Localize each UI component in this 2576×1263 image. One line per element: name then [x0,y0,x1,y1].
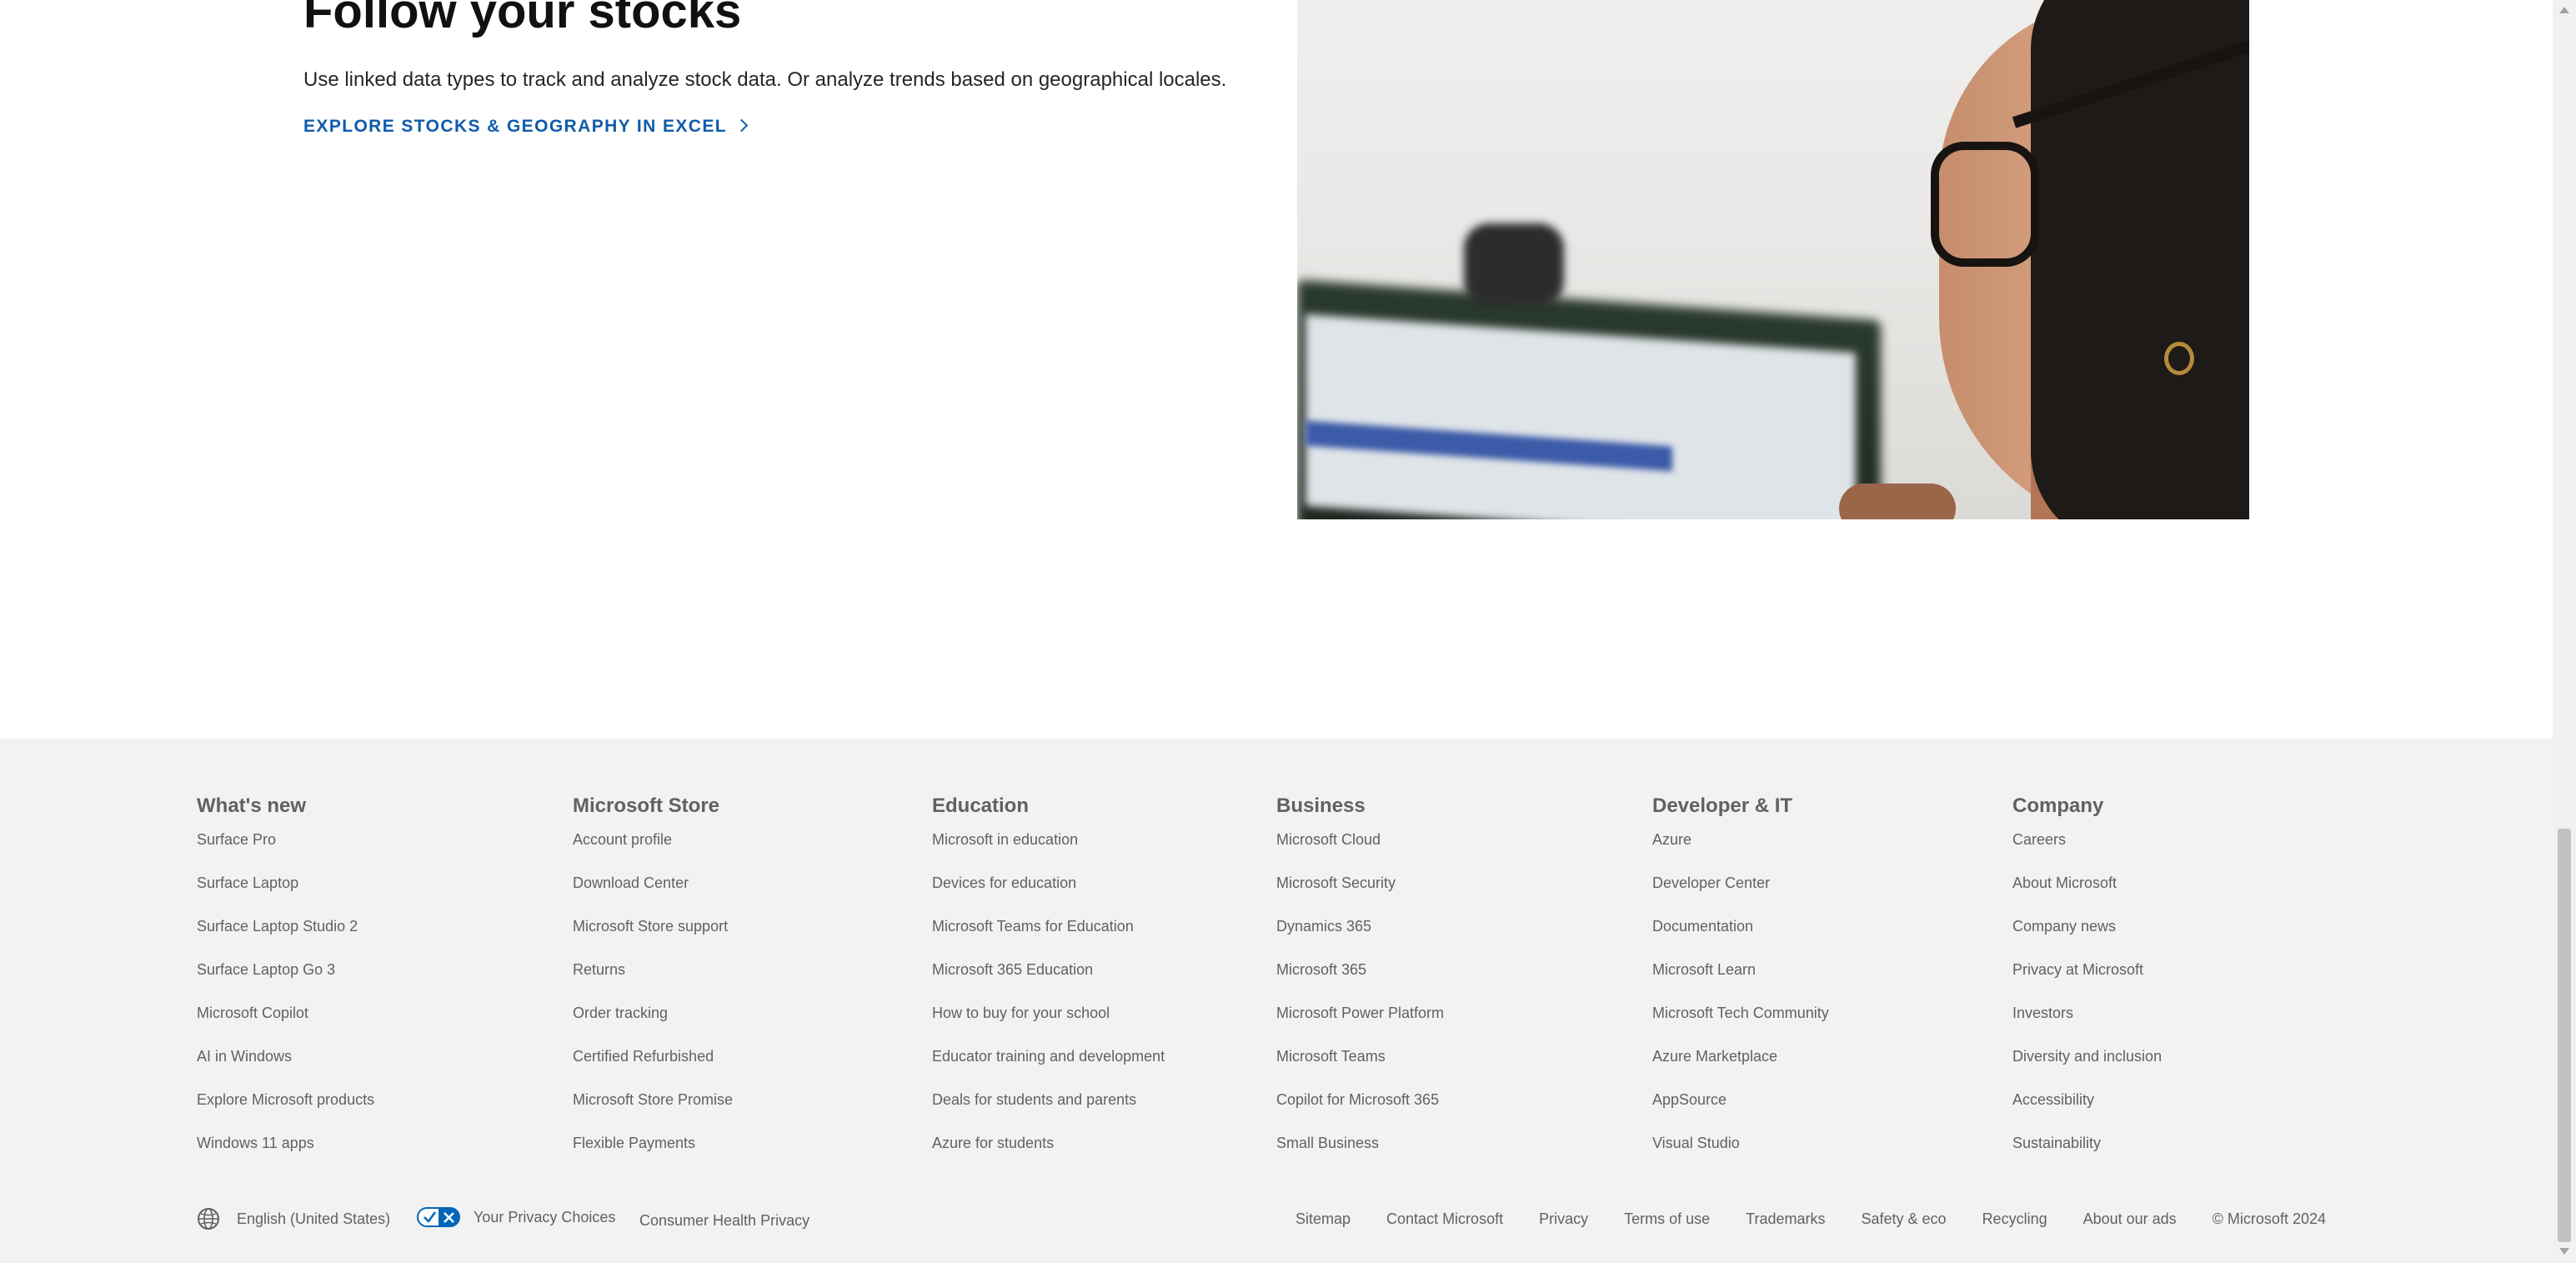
page-scrollbar[interactable] [2553,0,2576,1263]
footer-link[interactable]: AI in Windows [197,1047,374,1090]
footer-link[interactable]: Sustainability [2012,1134,2162,1177]
footer-link[interactable]: Microsoft Teams for Education [932,917,1165,960]
footer-link[interactable]: Azure for students [932,1134,1165,1177]
trademarks-link[interactable]: Trademarks [1746,1210,1825,1228]
footer-link[interactable]: Devices for education [932,874,1165,917]
footer-column-heading: Microsoft Store [573,794,720,817]
footer-link[interactable]: Microsoft in education [932,830,1165,874]
footer-link[interactable]: Microsoft Cloud [1276,830,1444,874]
explore-stocks-link-label: EXPLORE STOCKS & GEOGRAPHY IN EXCEL [303,117,727,136]
footer-link[interactable]: Flexible Payments [573,1134,733,1177]
feature-description: Use linked data types to track and analy… [303,68,1227,91]
footer-link[interactable]: Surface Laptop Go 3 [197,960,374,1004]
footer-link[interactable]: Microsoft Store Promise [573,1090,733,1134]
sitemap-link[interactable]: Sitemap [1296,1210,1351,1228]
footer-link[interactable]: Accessibility [2012,1090,2162,1134]
footer-link[interactable]: Careers [2012,830,2162,874]
footer-link[interactable]: Surface Pro [197,830,374,874]
scroll-down-arrow-icon[interactable] [2559,1248,2569,1255]
footer-link[interactable]: How to buy for your school [932,1004,1165,1047]
footer-link[interactable]: Documentation [1652,917,1829,960]
footer-link[interactable]: Educator training and development [932,1047,1165,1090]
footer-column-company: Company Careers About Microsoft Company … [2012,789,2162,1177]
footer-link[interactable]: Diversity and inclusion [2012,1047,2162,1090]
footer-link[interactable]: Explore Microsoft products [197,1090,374,1134]
globe-icon [198,1208,219,1230]
explore-stocks-link[interactable]: EXPLORE STOCKS & GEOGRAPHY IN EXCEL [303,117,749,137]
woman-at-monitor-photo [1297,0,2249,519]
footer-link[interactable]: Certified Refurbished [573,1047,733,1090]
footer-link[interactable]: Microsoft Security [1276,874,1444,917]
footer-link[interactable]: Microsoft 365 Education [932,960,1165,1004]
footer-column-developer-it: Developer & IT Azure Developer Center Do… [1652,789,1829,1177]
feature-title: Follow your stocks [303,0,742,38]
privacy-choices-link[interactable]: Your Privacy Choices [417,1207,615,1227]
footer-link[interactable]: Microsoft Teams [1276,1047,1444,1090]
footer-link[interactable]: Account profile [573,830,733,874]
footer-column-business: Business Microsoft Cloud Microsoft Secur… [1276,789,1444,1177]
footer-column-heading: Education [932,794,1030,817]
scroll-up-arrow-icon[interactable] [2559,7,2569,13]
consumer-health-privacy-link[interactable]: Consumer Health Privacy [639,1212,809,1230]
footer-link[interactable]: About Microsoft [2012,874,2162,917]
terms-of-use-link[interactable]: Terms of use [1624,1210,1710,1228]
footer-column-heading: Business [1276,794,1366,817]
copyright: © Microsoft 2024 [2212,1210,2326,1227]
site-footer: What's new Surface Pro Surface Laptop Su… [0,739,2553,1263]
recycling-link[interactable]: Recycling [1982,1210,2047,1228]
footer-link[interactable]: Microsoft Store support [573,917,733,960]
footer-link[interactable]: Microsoft Tech Community [1652,1004,1829,1047]
footer-link[interactable]: Azure [1652,830,1829,874]
footer-link[interactable]: AppSource [1652,1090,1829,1134]
footer-link[interactable]: Azure Marketplace [1652,1047,1829,1090]
footer-link[interactable]: Microsoft 365 [1276,960,1444,1004]
footer-link[interactable]: Developer Center [1652,874,1829,917]
footer-column-education: Education Microsoft in education Devices… [932,789,1165,1177]
footer-link[interactable]: Download Center [573,874,733,917]
privacy-choices-label: Your Privacy Choices [474,1208,616,1225]
footer-link[interactable]: Microsoft Learn [1652,960,1829,1004]
footer-column-heading: Developer & IT [1652,794,1793,817]
footer-link[interactable]: Small Business [1276,1134,1444,1177]
safety-eco-link[interactable]: Safety & eco [1862,1210,1947,1228]
footer-link[interactable]: Dynamics 365 [1276,917,1444,960]
footer-column-microsoft-store: Microsoft Store Account profile Download… [573,789,733,1177]
footer-link[interactable]: Investors [2012,1004,2162,1047]
footer-column-whats-new: What's new Surface Pro Surface Laptop Su… [197,789,374,1177]
footer-link[interactable]: Order tracking [573,1004,733,1047]
scrollbar-thumb[interactable] [2558,829,2571,1242]
footer-link[interactable]: Visual Studio [1652,1134,1829,1177]
legal-links: Sitemap Contact Microsoft Privacy Terms … [1296,1210,2326,1228]
footer-link[interactable]: Microsoft Copilot [197,1004,374,1047]
footer-bottom-bar: English (United States) Your Privacy Cho… [0,1205,2553,1239]
about-our-ads-link[interactable]: About our ads [2083,1210,2177,1228]
footer-link[interactable]: Windows 11 apps [197,1134,374,1177]
language-label: English (United States) [237,1210,391,1227]
contact-microsoft-link[interactable]: Contact Microsoft [1386,1210,1503,1228]
footer-column-heading: What's new [197,794,307,817]
privacy-toggle-icon [417,1207,460,1227]
footer-link[interactable]: Surface Laptop Studio 2 [197,917,374,960]
footer-link[interactable]: Copilot for Microsoft 365 [1276,1090,1444,1134]
footer-link[interactable]: Deals for students and parents [932,1090,1165,1134]
footer-link[interactable]: Privacy at Microsoft [2012,960,2162,1004]
privacy-link[interactable]: Privacy [1539,1210,1588,1228]
chevron-right-icon [734,118,749,133]
footer-link[interactable]: Company news [2012,917,2162,960]
footer-link[interactable]: Surface Laptop [197,874,374,917]
language-selector[interactable]: English (United States) [197,1207,390,1230]
footer-link[interactable]: Microsoft Power Platform [1276,1004,1444,1047]
footer-link[interactable]: Returns [573,960,733,1004]
footer-column-heading: Company [2012,794,2104,817]
